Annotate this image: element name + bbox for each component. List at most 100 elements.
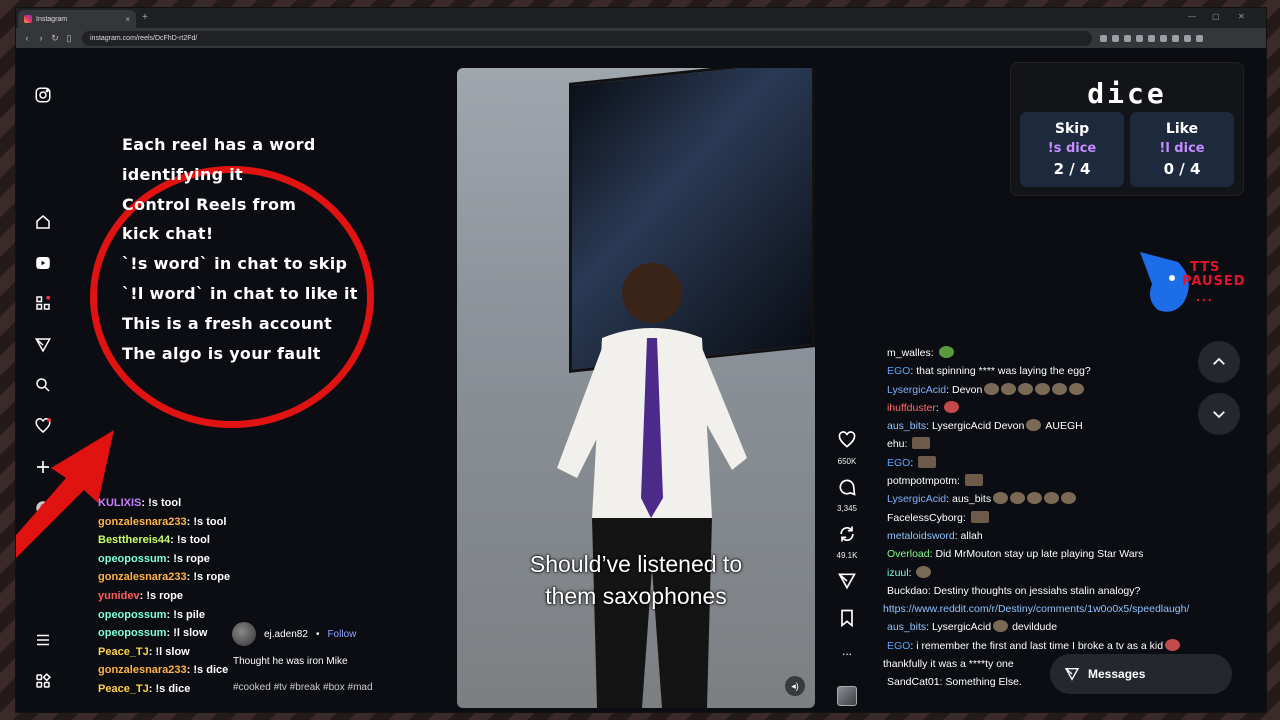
instruction-line: kick chat! xyxy=(122,224,214,244)
send-icon xyxy=(838,573,856,590)
extension-icons xyxy=(1100,34,1203,42)
chat-text: that spinning **** was laying the egg? xyxy=(916,365,1091,378)
chat-emote-icon xyxy=(1027,492,1043,505)
chat-emote-icon xyxy=(1010,492,1026,505)
minimize-button[interactable]: — xyxy=(1188,12,1196,21)
close-window-button[interactable]: ✕ xyxy=(1238,12,1245,21)
instruction-line: identifying it xyxy=(122,164,243,184)
more-menu-icon[interactable] xyxy=(34,631,52,649)
chat-text: devildude xyxy=(1012,621,1058,634)
chat-separator: : xyxy=(957,475,963,488)
chat-emote-icon xyxy=(993,492,1009,505)
chat-text: Did MrMouton stay up late playing Star W… xyxy=(935,548,1144,561)
chat-username: izuul xyxy=(887,566,909,579)
chat-emote-icon xyxy=(938,346,954,358)
chat-message: opeopossum: !s rope xyxy=(98,550,278,569)
home-icon[interactable] xyxy=(34,213,52,231)
chat-link[interactable]: https://www.reddit.com/r/Destiny/comment… xyxy=(883,603,1189,615)
chat-username: Peace_TJ xyxy=(98,645,149,658)
instagram-logo-icon[interactable] xyxy=(34,86,52,104)
chat-text: allah xyxy=(960,529,983,542)
comment-button[interactable]: 3,345 xyxy=(834,477,860,513)
tab-instagram[interactable]: Instagram × xyxy=(18,10,136,28)
save-button[interactable] xyxy=(834,608,860,633)
more-options-button[interactable]: ... xyxy=(834,644,860,658)
chat-text: thankfully it was a ****ty one xyxy=(883,658,1014,671)
chat-username: EGO xyxy=(887,365,911,378)
chat-username: m_walles xyxy=(887,347,931,359)
share-button[interactable] xyxy=(834,571,860,596)
chat-emote-icon xyxy=(1018,382,1034,395)
chat-message: KULIXIS: !s tool xyxy=(98,494,278,513)
browser-window: Instagram × + — ▢ ✕ ‹ › ↻ ▯ instagram.co… xyxy=(16,8,1266,712)
chat-username: yunidev xyxy=(98,589,140,602)
chat-username: Bestthereis44 xyxy=(98,534,171,547)
extension-icon[interactable] xyxy=(1184,34,1191,42)
tab-close-icon[interactable]: × xyxy=(125,15,130,24)
reload-icon[interactable]: ↻ xyxy=(48,33,62,44)
author-username[interactable]: ej.aden82 xyxy=(264,629,308,640)
chat-emote-icon xyxy=(964,474,983,487)
heart-icon xyxy=(838,431,856,448)
extension-icon[interactable] xyxy=(1148,34,1155,42)
reels-icon[interactable] xyxy=(34,254,52,272)
shield-icon[interactable] xyxy=(1124,34,1131,42)
caption-line: them saxophones xyxy=(545,583,727,609)
chat-separator: : xyxy=(910,456,917,469)
extension-icon[interactable] xyxy=(1160,34,1167,42)
chat-separator: : xyxy=(148,682,156,695)
address-bar[interactable]: instagram.com/reels/DcFhD-rt2Fd/ xyxy=(82,30,1092,46)
chat-username: FacelessCyborg xyxy=(887,511,963,524)
comment-count: 3,345 xyxy=(836,504,858,513)
repost-button[interactable]: 49.1K xyxy=(834,524,860,560)
chat-separator: : xyxy=(908,566,915,579)
chat-separator: : xyxy=(170,534,177,547)
extension-icon[interactable] xyxy=(1136,34,1143,42)
chat-emote-icon xyxy=(1165,638,1181,651)
skip-label: Skip xyxy=(1054,121,1090,137)
extension-icon[interactable] xyxy=(1172,34,1179,42)
left-chat-overlay: KULIXIS: !s tool gonzalesnara233: !s tool… xyxy=(98,494,278,699)
screen-icon[interactable] xyxy=(1112,34,1119,42)
like-button[interactable]: 650K xyxy=(834,430,860,466)
new-tab-button[interactable]: + xyxy=(142,12,148,23)
chat-username: opeopossum xyxy=(98,552,167,565)
forward-icon[interactable]: › xyxy=(34,33,48,43)
chat-separator: : xyxy=(930,347,937,359)
mute-button[interactable]: ◂) xyxy=(785,676,805,696)
reel-caption: Should’ve listened to them saxophones xyxy=(457,548,815,612)
chat-username: EGO xyxy=(887,456,911,469)
chat-emote-icon xyxy=(1061,492,1077,505)
chat-emote-icon xyxy=(943,400,959,413)
like-vote-box: Like !l dice 0 / 4 xyxy=(1130,112,1234,187)
like-count: 650K xyxy=(837,457,857,466)
chat-username: aus_bits xyxy=(887,621,927,634)
url-text: instagram.com/reels/DcFhD-rt2Fd/ xyxy=(90,34,198,42)
bookmark-icon[interactable]: ▯ xyxy=(62,33,76,44)
desktop-background: Instagram × + — ▢ ✕ ‹ › ↻ ▯ instagram.co… xyxy=(0,0,1280,720)
tts-dots: ... xyxy=(1196,288,1214,304)
follow-button[interactable]: Follow xyxy=(327,629,356,640)
chat-username: gonzalesnara233 xyxy=(98,515,187,528)
chat-message: aus_bits: LysergicAcid Devon AUEGH xyxy=(887,417,1257,435)
chat-text: !s rope xyxy=(193,571,231,584)
author-avatar[interactable] xyxy=(232,622,256,646)
tab-title: Instagram xyxy=(36,15,68,23)
also-from-meta-icon[interactable] xyxy=(34,672,52,690)
zoom-icon[interactable] xyxy=(1100,34,1107,42)
audio-thumbnail[interactable] xyxy=(837,686,857,706)
chat-username: ehu xyxy=(887,438,905,451)
messages-button[interactable]: Messages xyxy=(1050,654,1232,694)
chat-username: LysergicAcid xyxy=(887,493,947,506)
direct-send-icon[interactable] xyxy=(34,336,52,354)
menu-icon[interactable] xyxy=(1196,34,1203,42)
back-icon[interactable]: ‹ xyxy=(20,33,34,43)
instruction-line: `!s word` in chat to skip xyxy=(122,254,348,274)
chat-message: EGO: xyxy=(887,454,1257,472)
reel-video[interactable]: Should’ve listened to them saxophones ◂) xyxy=(457,68,815,708)
chat-text: !s pile xyxy=(173,608,205,621)
search-icon[interactable] xyxy=(34,376,52,394)
explore-grid-icon[interactable] xyxy=(34,294,52,312)
chat-text: !s dice xyxy=(193,664,229,677)
maximize-button[interactable]: ▢ xyxy=(1212,12,1220,21)
